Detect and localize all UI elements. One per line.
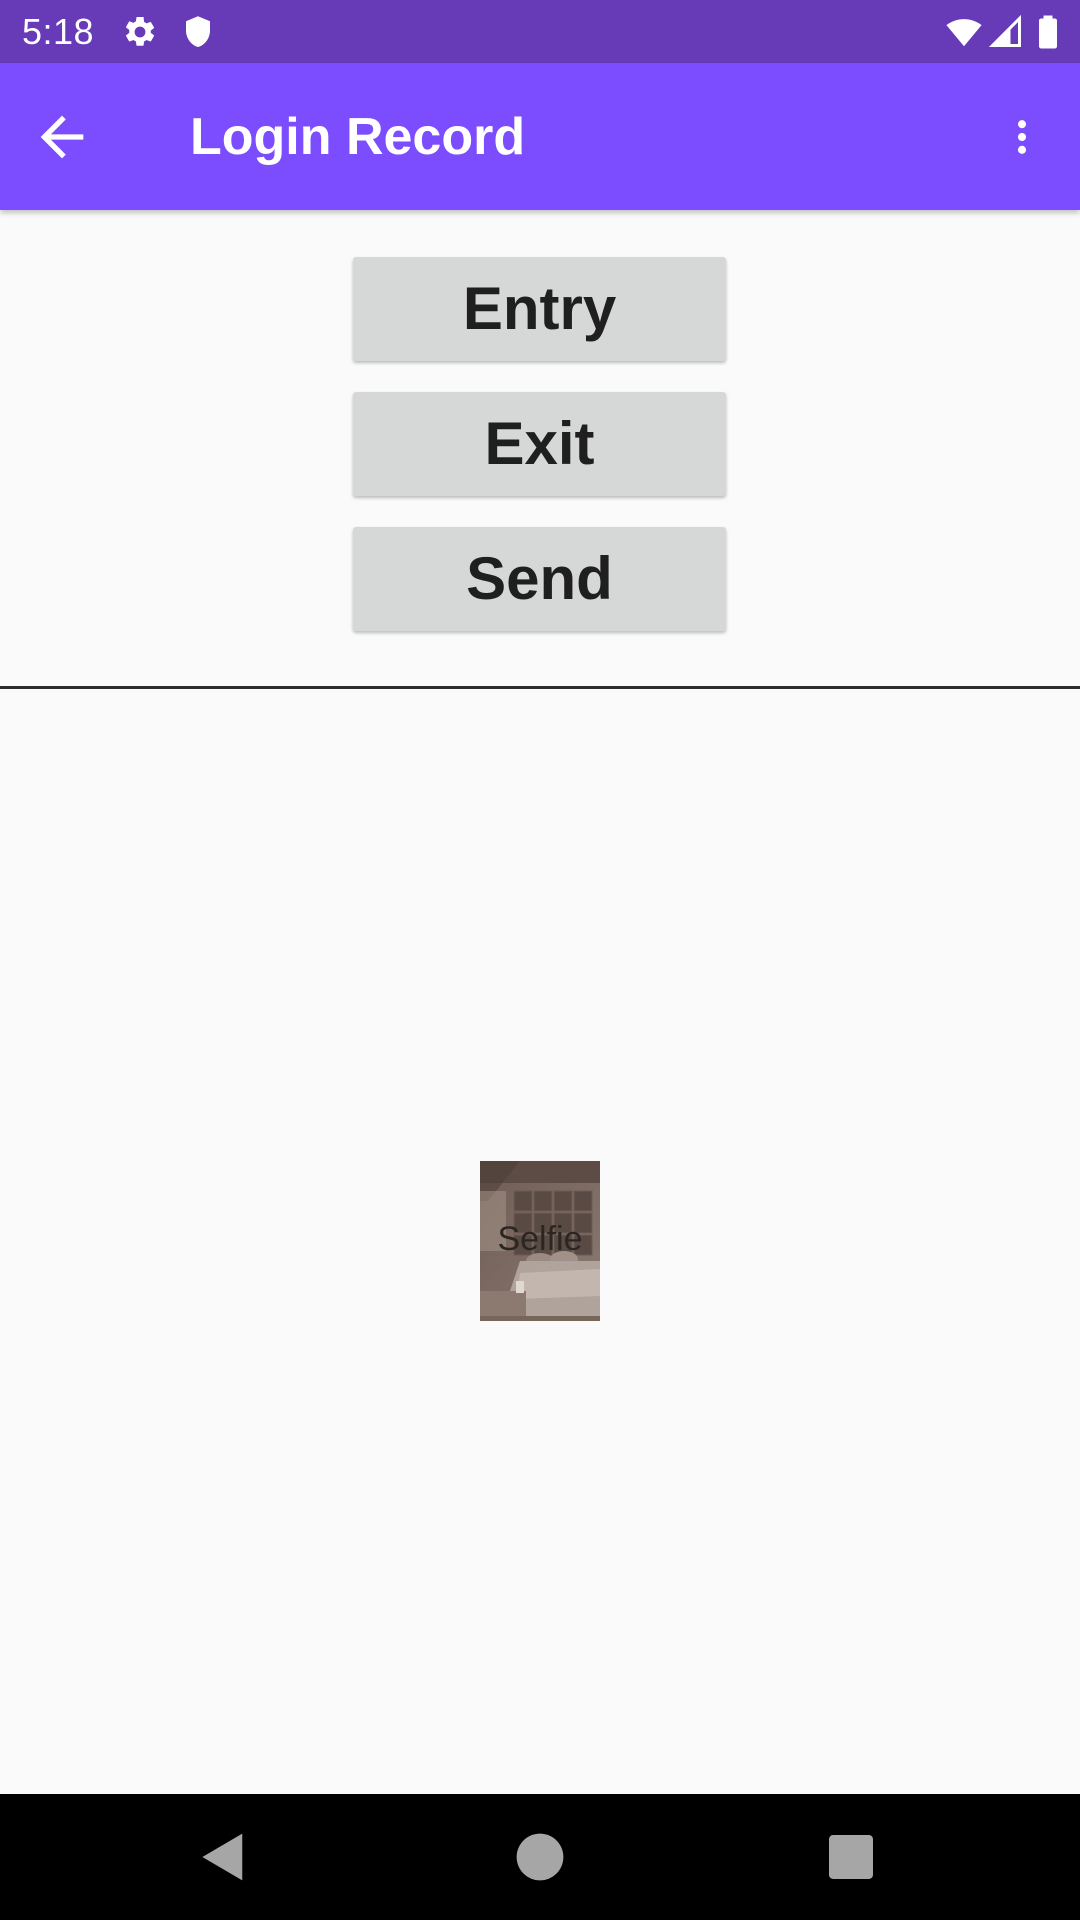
entry-button[interactable]: Entry xyxy=(353,257,726,361)
nav-home-button[interactable] xyxy=(507,1824,573,1890)
arrow-back-icon xyxy=(40,115,84,159)
nav-home-icon xyxy=(516,1833,564,1881)
selfie-label: Selfie xyxy=(497,1220,583,1258)
overflow-menu-button[interactable] xyxy=(1000,105,1044,169)
cell-signal-icon xyxy=(988,14,1024,50)
page-title: Login Record xyxy=(190,108,526,166)
send-button[interactable]: Send xyxy=(353,527,726,631)
screen: 5:18 Login Record Entry Exit Send Selfie xyxy=(0,0,1080,1920)
back-button[interactable] xyxy=(30,105,94,169)
nav-recents-button[interactable] xyxy=(818,1824,884,1890)
battery-icon xyxy=(1034,14,1062,50)
app-bar: Login Record xyxy=(0,63,1080,210)
nav-recents-icon xyxy=(829,1835,873,1879)
exit-button[interactable]: Exit xyxy=(353,392,726,496)
divider xyxy=(0,686,1080,689)
status-time: 5:18 xyxy=(22,11,95,52)
selfie-image[interactable]: Selfie xyxy=(480,1161,600,1321)
nav-back-button[interactable] xyxy=(190,1824,256,1890)
nav-back-icon xyxy=(202,1833,243,1881)
more-vert-icon xyxy=(1017,120,1027,154)
wifi-icon xyxy=(944,14,984,50)
settings-gear-icon xyxy=(122,14,158,50)
navigation-bar xyxy=(0,1794,1080,1920)
status-bar: 5:18 xyxy=(0,0,1080,63)
shield-icon xyxy=(180,14,216,50)
